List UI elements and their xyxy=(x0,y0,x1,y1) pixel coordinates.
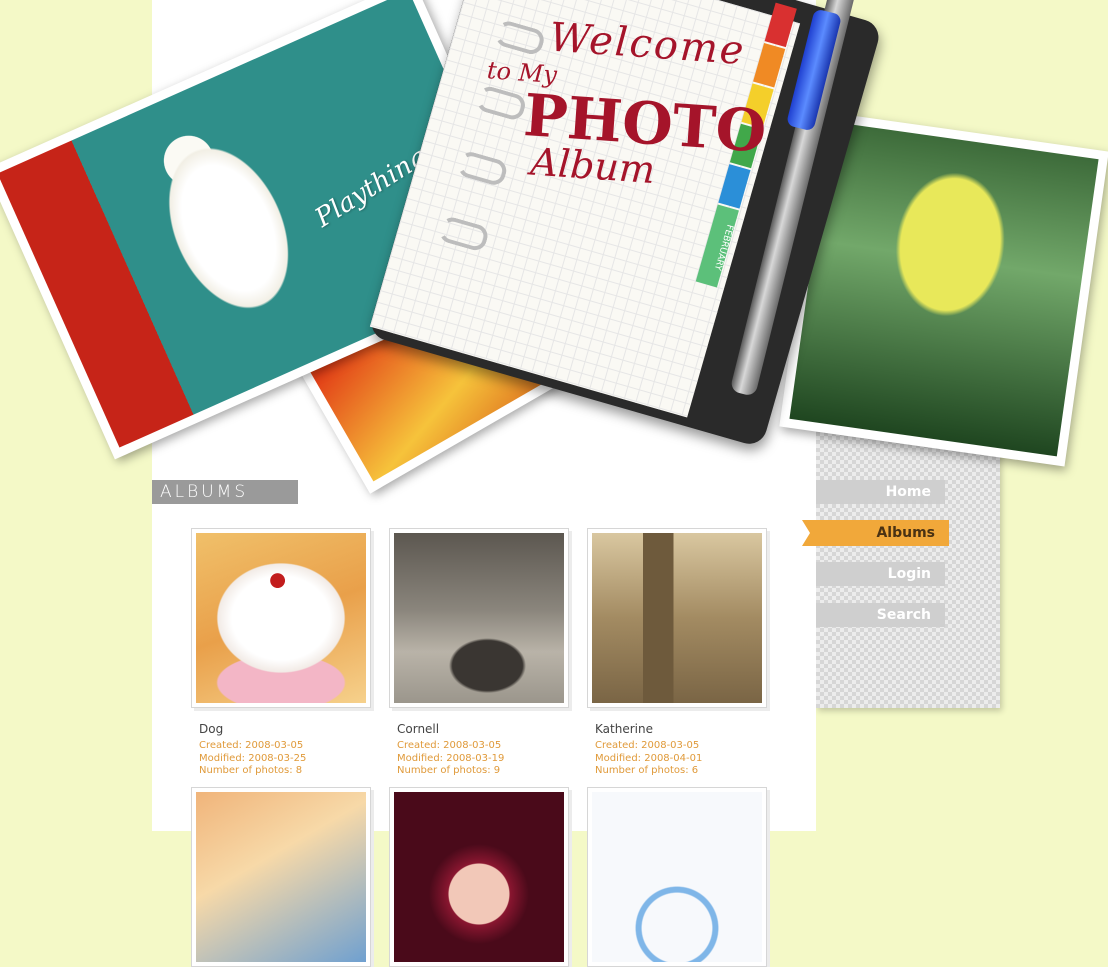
nav-search[interactable]: Search xyxy=(816,603,945,627)
album-thumbnail[interactable] xyxy=(191,528,371,708)
album-card[interactable]: Cornell Created: 2008-03-05 Modified: 20… xyxy=(389,528,589,778)
album-photo-count: Number of photos: 8 xyxy=(199,765,303,776)
album-title[interactable]: Dog xyxy=(199,722,391,736)
nav-home-label: Home xyxy=(885,484,931,500)
section-title: ALBUMS xyxy=(152,480,298,504)
album-photo-count: Number of photos: 6 xyxy=(595,765,699,776)
welcome-title: Welcome to My PHOTO Album xyxy=(479,10,773,199)
album-created: Created: 2008-03-05 xyxy=(199,740,304,751)
album-thumbnail[interactable] xyxy=(587,528,767,708)
album-title[interactable]: Cornell xyxy=(397,722,589,736)
section-title-label: ALBUMS xyxy=(160,482,249,502)
album-card[interactable] xyxy=(587,787,787,967)
nav-albums[interactable]: Albums xyxy=(802,520,949,546)
nav-login-label: Login xyxy=(887,566,931,582)
nav-search-label: Search xyxy=(876,607,931,623)
album-card[interactable] xyxy=(389,787,589,967)
album-modified: Modified: 2008-03-25 xyxy=(199,752,307,764)
nav-login[interactable]: Login xyxy=(816,562,945,586)
album-created: Created: 2008-03-05 xyxy=(595,740,700,751)
album-card[interactable]: Katherine Created: 2008-03-05 Modified: … xyxy=(587,528,787,778)
album-thumbnail[interactable] xyxy=(587,787,767,967)
album-card[interactable] xyxy=(191,787,391,967)
album-title[interactable]: Katherine xyxy=(595,722,787,736)
album-card[interactable]: Dog Created: 2008-03-05 Modified: 2008-0… xyxy=(191,528,391,778)
album-modified: Modified: 2008-04-01 xyxy=(595,752,703,764)
nav-albums-label: Albums xyxy=(876,525,935,541)
album-photo-count: Number of photos: 9 xyxy=(397,765,501,776)
album-modified: Modified: 2008-03-19 xyxy=(397,752,505,764)
album-thumbnail[interactable] xyxy=(191,787,371,967)
nav-home[interactable]: Home xyxy=(816,480,945,504)
album-created: Created: 2008-03-05 xyxy=(397,740,502,751)
album-thumbnail[interactable] xyxy=(389,528,569,708)
album-thumbnail[interactable] xyxy=(389,787,569,967)
